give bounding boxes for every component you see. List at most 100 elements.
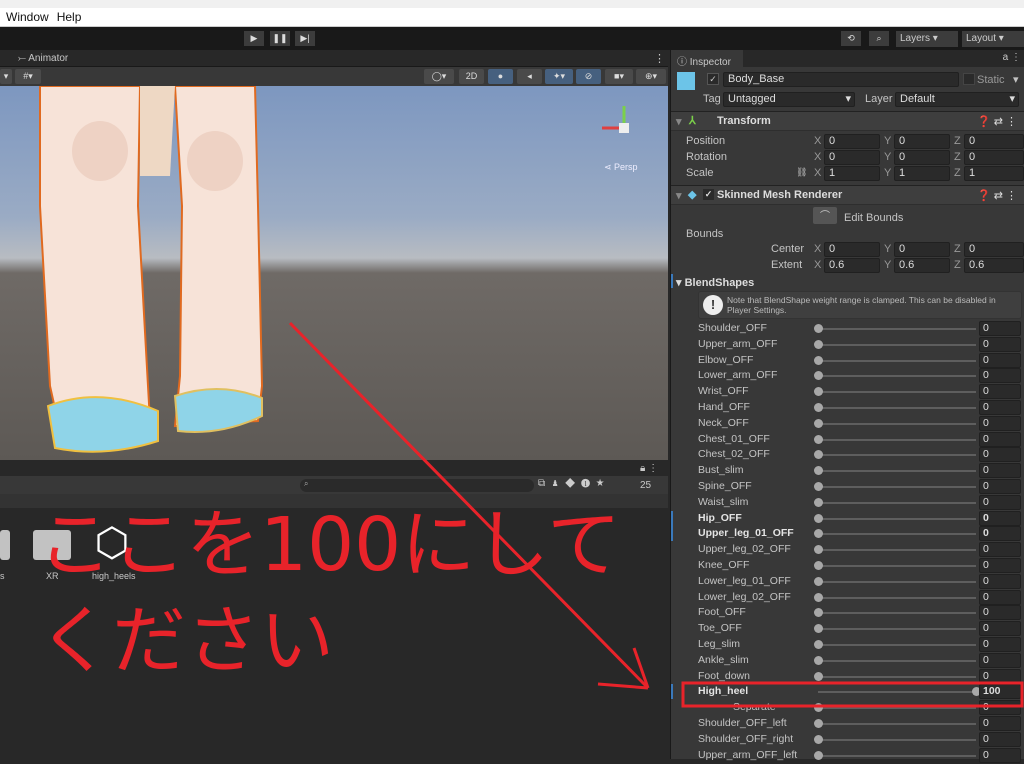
tab-animator[interactable]: ⤚ Animator [18,53,68,64]
blendshape-slider-handle[interactable] [814,671,823,681]
blendshape-slider-track[interactable] [818,391,976,394]
blendshape-value-input[interactable]: 0 [979,542,1021,558]
x-value-input[interactable]: 0 [824,242,880,257]
blendshape-slider-handle[interactable] [814,624,823,634]
asset-label[interactable]: s [0,571,5,581]
blendshape-value-input[interactable]: 0 [979,747,1021,763]
blendshape-slider-track[interactable] [818,596,976,599]
blendshape-slider-track[interactable] [818,438,976,441]
blendshape-value-input[interactable]: 0 [979,621,1021,637]
y-value-input[interactable]: 0 [894,150,950,165]
menu-window[interactable]: Window [6,10,49,24]
blendshape-slider-track[interactable] [818,612,976,615]
blendshape-slider-handle[interactable] [814,482,823,491]
blendshape-slider-track[interactable] [818,644,976,646]
audio-icon[interactable]: ◂ [517,69,542,84]
enabled-checkbox[interactable]: ✓ [703,189,714,200]
blendshape-value-input[interactable]: 0 [979,558,1021,573]
blendshape-value-input[interactable]: 0 [979,605,1021,621]
component-menu-icons[interactable]: ❓ ⇄ ⋮ [977,115,1017,128]
blendshape-slider-handle[interactable] [814,734,823,744]
folder-icon[interactable] [0,530,10,560]
blendshape-slider-handle[interactable] [814,371,823,381]
y-value-input[interactable]: 1 [894,166,950,181]
blendshape-value-input[interactable]: 0 [979,431,1021,447]
history-icon[interactable]: ⟲ [841,31,861,46]
blendshape-slider-handle[interactable] [814,608,823,618]
2d-toggle[interactable]: 2D [459,69,484,84]
visibility-icon[interactable]: ⊘ [576,69,601,84]
object-name-input[interactable]: Body_Base [723,72,959,87]
orientation-gizmo[interactable] [592,98,652,158]
blendshape-slider-handle[interactable] [814,434,823,444]
blendshape-slider-track[interactable] [818,738,976,741]
blendshape-slider-track[interactable] [818,754,976,757]
x-value-input[interactable]: 1 [824,166,880,181]
x-value-input[interactable]: 0.6 [824,258,880,273]
blendshape-value-input[interactable]: 0 [979,526,1021,542]
z-value-input[interactable]: 0 [964,242,1024,257]
blendshape-slider-track[interactable] [818,343,976,346]
blendshape-value-input[interactable]: 0 [979,368,1021,384]
blendshape-slider-track[interactable] [818,454,976,457]
more-icon[interactable]: ⋮ [654,52,665,65]
blendshape-value-input[interactable]: 0 [979,637,1021,652]
edit-bounds-button[interactable]: ⌒ [813,207,837,224]
blendshape-value-input[interactable]: 0 [979,447,1021,463]
blendshape-slider-track[interactable] [818,501,976,504]
pause-button[interactable]: ❚❚ [270,31,290,46]
blendshape-slider-handle[interactable] [814,576,823,586]
blendshape-slider-track[interactable] [818,533,976,536]
blendshapes-foldout[interactable]: ▾ BlendShapes [676,276,754,289]
layers-dropdown[interactable]: Layers ▾ [896,31,958,47]
blendshape-slider-handle[interactable] [814,561,823,570]
blendshape-slider-handle[interactable] [814,497,823,507]
x-value-input[interactable]: 0 [824,134,880,149]
gizmos-icon[interactable]: ⊕▾ [636,69,666,84]
blendshape-value-input[interactable]: 0 [979,400,1021,415]
layer-dropdown[interactable]: Default ▾ [895,92,1019,107]
persp-label[interactable]: ⋖ Persp [604,162,638,173]
blendshape-slider-track[interactable] [818,723,976,725]
blendshape-value-input[interactable]: 0 [979,573,1021,589]
blendshape-slider-handle[interactable] [814,529,823,539]
blendshape-slider-track[interactable] [818,470,976,473]
y-value-input[interactable]: 0 [894,134,950,149]
blendshape-value-input[interactable]: 0 [979,352,1021,368]
blendshape-slider-track[interactable] [818,691,976,694]
blendshape-slider-handle[interactable] [814,703,823,713]
effects-icon[interactable]: ✦▾ [545,69,573,84]
camera-icon[interactable]: ■▾ [605,69,633,84]
static-checkbox[interactable] [963,73,975,85]
foldout-icon[interactable]: ▾ [676,115,682,128]
blendshape-slider-track[interactable] [818,707,976,710]
layout-dropdown[interactable]: Layout ▾ [962,31,1024,47]
blendshape-slider-track[interactable] [818,486,976,488]
blendshape-slider-track[interactable] [818,549,976,552]
blendshape-slider-track[interactable] [818,659,976,662]
blendshape-slider-handle[interactable] [814,513,823,523]
blendshape-slider-track[interactable] [818,565,976,567]
scene-viewport[interactable]: ⋖ Persp [0,86,668,460]
blendshape-slider-handle[interactable] [814,324,823,333]
active-checkbox[interactable]: ✓ [707,73,719,85]
blendshape-slider-track[interactable] [818,675,976,678]
blendshape-value-input[interactable]: 0 [979,668,1021,684]
blendshape-value-input[interactable]: 0 [979,494,1021,510]
lighting-icon[interactable]: ● [488,69,513,84]
blendshape-slider-handle[interactable] [814,655,823,665]
blendshape-value-input[interactable]: 100 [979,684,1021,700]
y-value-input[interactable]: 0.6 [894,258,950,273]
transform-header[interactable]: ▾ ⅄ Transform ❓ ⇄ ⋮ [671,111,1024,131]
step-button[interactable]: ▶| [295,31,315,46]
blendshape-slider-handle[interactable] [814,387,823,397]
foldout-icon[interactable]: ▾ [676,189,682,202]
x-value-input[interactable]: 0 [824,150,880,165]
skinned-mesh-renderer-header[interactable]: ▾ ◆ ✓ Skinned Mesh Renderer ❓ ⇄ ⋮ [671,185,1024,205]
blendshape-value-input[interactable]: 0 [979,415,1021,431]
blendshape-slider-handle[interactable] [814,418,823,428]
search-icon[interactable]: ⌕ [869,31,889,46]
blendshape-slider-handle[interactable] [814,592,823,602]
blendshape-slider-track[interactable] [818,375,976,378]
blendshape-slider-handle[interactable] [814,719,823,728]
